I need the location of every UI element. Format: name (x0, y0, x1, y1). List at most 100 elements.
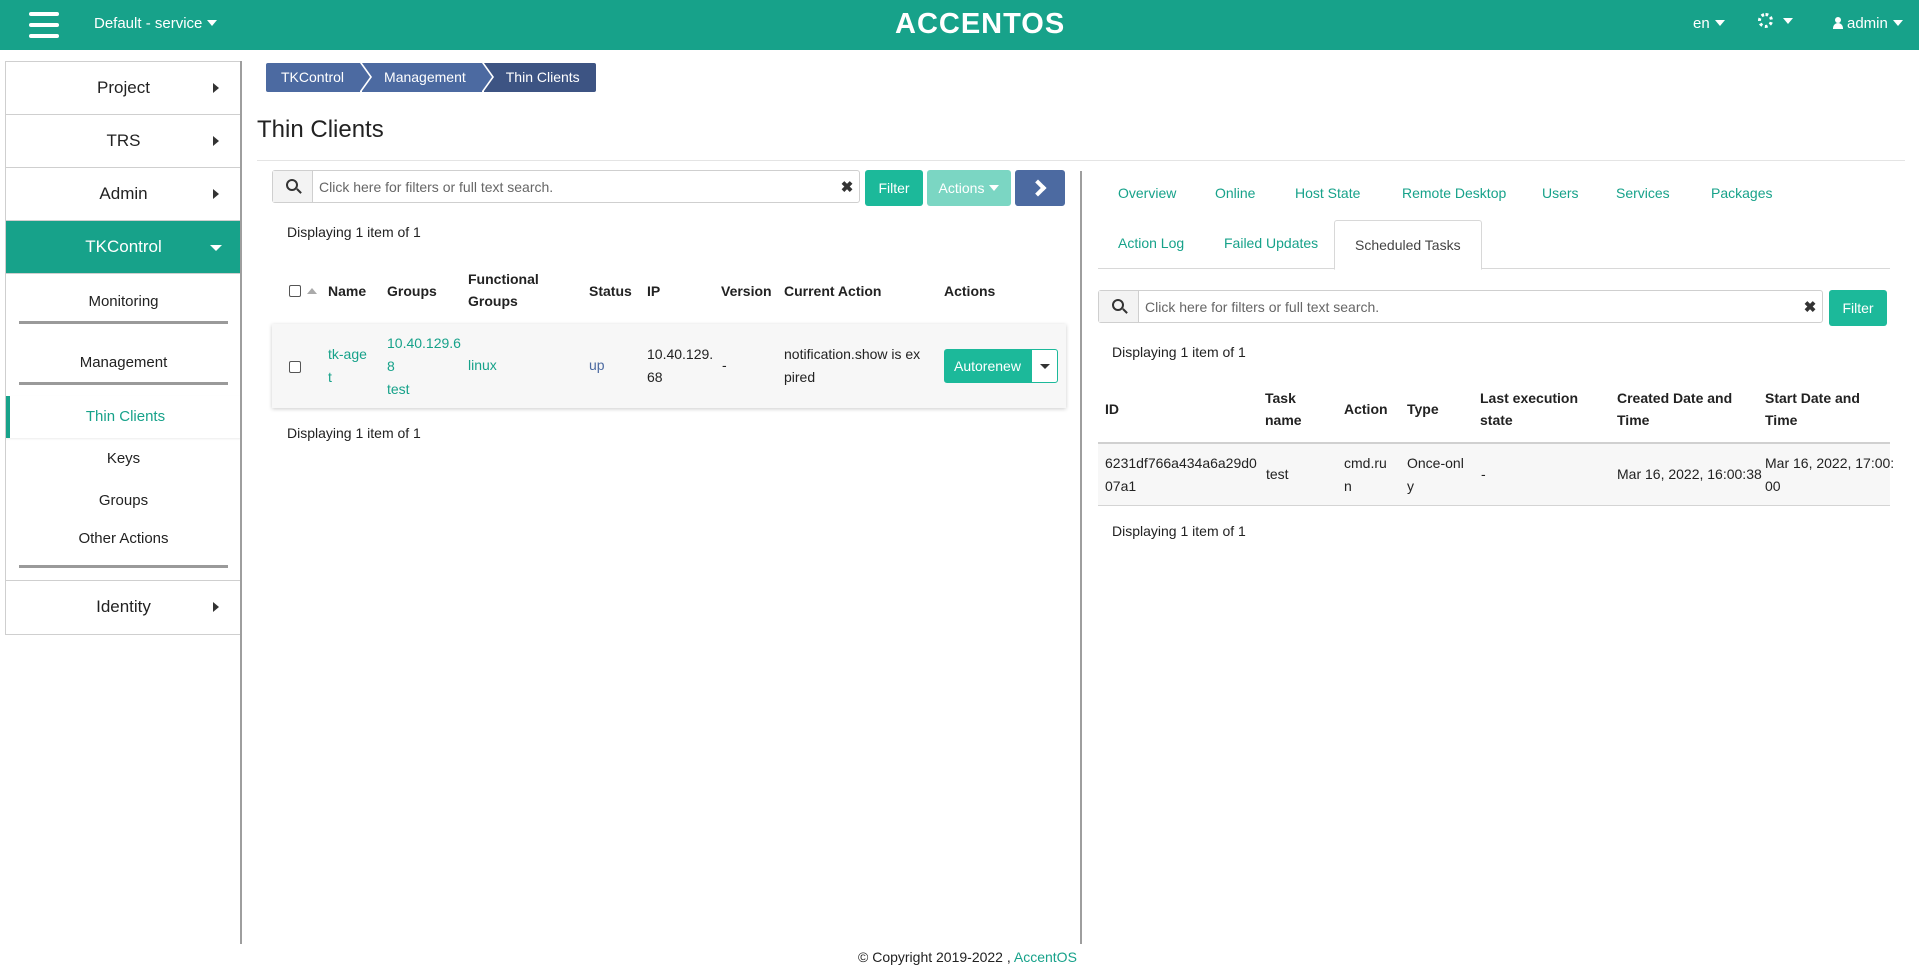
tab-users[interactable]: Users (1542, 185, 1579, 201)
chevron-down-icon (989, 185, 1000, 191)
cell-text: t (328, 369, 332, 385)
type-cell: Once-onl y (1407, 452, 1464, 498)
autorenew-button[interactable]: Autorenew (944, 349, 1031, 383)
filter-button[interactable]: Filter (1829, 290, 1887, 326)
sidebar-item-thin-clients[interactable]: Thin Clients (6, 396, 241, 438)
column-header-version[interactable]: Version (721, 280, 772, 302)
breadcrumb-management[interactable]: Management (362, 63, 492, 92)
ip-cell: 10.40.129. 68 (647, 343, 713, 389)
footer: © Copyright 2019-2022 , AccentOS (858, 949, 1077, 965)
column-header-label: state (1480, 412, 1513, 428)
cell-text: 10.40.129.6 (387, 335, 461, 351)
column-header-label: Functional (468, 271, 539, 287)
sidebar-item-tkcontrol[interactable]: TKControl (6, 221, 241, 274)
search-input[interactable] (1139, 298, 1798, 315)
column-header-groups[interactable]: Groups (387, 280, 437, 302)
tab-scheduled-tasks[interactable]: Scheduled Tasks (1334, 220, 1482, 270)
column-header-task-name[interactable]: Task name (1265, 387, 1302, 431)
chevron-right-icon (1029, 179, 1047, 197)
sidebar-item-project[interactable]: Project (6, 62, 241, 115)
sidebar-item-identity[interactable]: Identity (6, 580, 241, 633)
breadcrumb: TKControl Management Thin Clients (266, 63, 596, 92)
actions-button[interactable]: Actions (927, 170, 1011, 206)
chevron-down-icon (210, 245, 222, 251)
sidebar-section-management[interactable]: Management (6, 335, 241, 396)
clear-search-icon[interactable]: ✖ (1798, 298, 1822, 316)
expand-panel-button[interactable] (1015, 170, 1065, 206)
language-selector[interactable]: en (1693, 15, 1725, 32)
sidebar-item-trs[interactable]: TRS (6, 115, 241, 168)
chevron-down-icon (1714, 20, 1725, 26)
accentos-link[interactable]: AccentOS (1014, 949, 1077, 965)
column-header-id[interactable]: ID (1105, 398, 1119, 420)
column-header-functional-groups[interactable]: Functional Groups (468, 268, 539, 312)
row-actions-dropdown-icon[interactable] (1030, 349, 1058, 383)
column-header-ip[interactable]: IP (647, 280, 660, 302)
tab-services[interactable]: Services (1616, 185, 1670, 201)
sidebar-section-label: Management (79, 354, 168, 371)
column-header-action[interactable]: Action (1344, 398, 1388, 420)
column-header-current-action[interactable]: Current Action (784, 280, 881, 302)
current-action-cell: notification.show is ex pired (784, 343, 920, 389)
sidebar-item-label: TRS (106, 131, 141, 150)
thin-client-name-link[interactable]: tk-age t (328, 343, 367, 389)
sidebar: Project TRS Admin TKControl Monitoring M… (5, 61, 242, 635)
tab-action-log[interactable]: Action Log (1118, 235, 1184, 251)
divider (1098, 505, 1890, 506)
theme-selector[interactable] (1758, 13, 1793, 29)
tab-failed-updates[interactable]: Failed Updates (1224, 235, 1318, 251)
cell-text: notification.show is ex (784, 346, 921, 362)
tab-host-state[interactable]: Host State (1295, 185, 1360, 201)
cell-text: Once-onl (1407, 455, 1464, 471)
tab-packages[interactable]: Packages (1711, 185, 1772, 201)
search-input[interactable] (313, 178, 835, 195)
column-header-label: Time (1765, 412, 1798, 428)
sort-icon[interactable] (307, 288, 317, 294)
column-header-created-date[interactable]: Created Date and Time (1617, 387, 1732, 431)
row-checkbox[interactable] (289, 361, 301, 373)
sidebar-item-groups[interactable]: Groups (6, 480, 241, 522)
user-menu[interactable]: admin (1833, 15, 1903, 32)
column-header-last-execution-state[interactable]: Last execution state (1480, 387, 1578, 431)
column-header-label: Groups (468, 293, 518, 309)
sidebar-section-other-actions[interactable]: Other Actions (6, 522, 241, 580)
filter-button[interactable]: Filter (865, 170, 923, 206)
sidebar-divider (240, 61, 242, 944)
menu-toggle-icon[interactable] (29, 12, 59, 38)
panel-divider (1080, 171, 1082, 944)
breadcrumb-tkcontrol[interactable]: TKControl (266, 63, 371, 92)
column-header-label: Created Date and (1617, 390, 1733, 406)
page-title: Thin Clients (257, 116, 384, 143)
clear-search-icon[interactable]: ✖ (835, 178, 859, 196)
chevron-right-icon (213, 602, 219, 612)
cell-text: pired (784, 369, 816, 385)
column-header-name[interactable]: Name (328, 280, 366, 302)
groups-cell[interactable]: 10.40.129.6 8 test (387, 332, 461, 401)
project-selector-label: Default - service (94, 15, 203, 32)
sidebar-item-admin[interactable]: Admin (6, 168, 241, 221)
column-header-actions: Actions (944, 283, 996, 299)
row-action-split-button: Autorenew (944, 349, 1058, 383)
select-all-checkbox[interactable] (289, 285, 301, 297)
column-header-start-date[interactable]: Start Date and Time (1765, 387, 1860, 431)
start-date-cell: Mar 16, 2022, 17:00: 00 (1765, 452, 1894, 498)
thin-clients-search: ✖ (272, 170, 860, 203)
displaying-count: Displaying 1 item of 1 (287, 224, 421, 240)
action-cell: cmd.ru n (1344, 452, 1387, 498)
tab-remote-desktop[interactable]: Remote Desktop (1402, 185, 1506, 201)
sidebar-item-keys[interactable]: Keys (6, 438, 241, 480)
displaying-count: Displaying 1 item of 1 (287, 425, 421, 441)
sidebar-section-monitoring[interactable]: Monitoring (6, 274, 241, 335)
breadcrumb-thin-clients[interactable]: Thin Clients (483, 63, 596, 92)
functional-group-link[interactable]: linux (468, 354, 497, 377)
cell-text: cmd.ru (1344, 455, 1387, 471)
cell-text: 8 (387, 358, 395, 374)
column-header-label: name (1265, 412, 1302, 428)
cell-text: 6231df766a434a6a29d0 (1105, 455, 1257, 471)
project-selector[interactable]: Default - service (94, 15, 218, 32)
column-header-label: Task (1265, 390, 1296, 406)
tab-online[interactable]: Online (1215, 185, 1255, 201)
column-header-type[interactable]: Type (1407, 398, 1439, 420)
column-header-status[interactable]: Status (589, 280, 632, 302)
tab-overview[interactable]: Overview (1118, 185, 1176, 201)
